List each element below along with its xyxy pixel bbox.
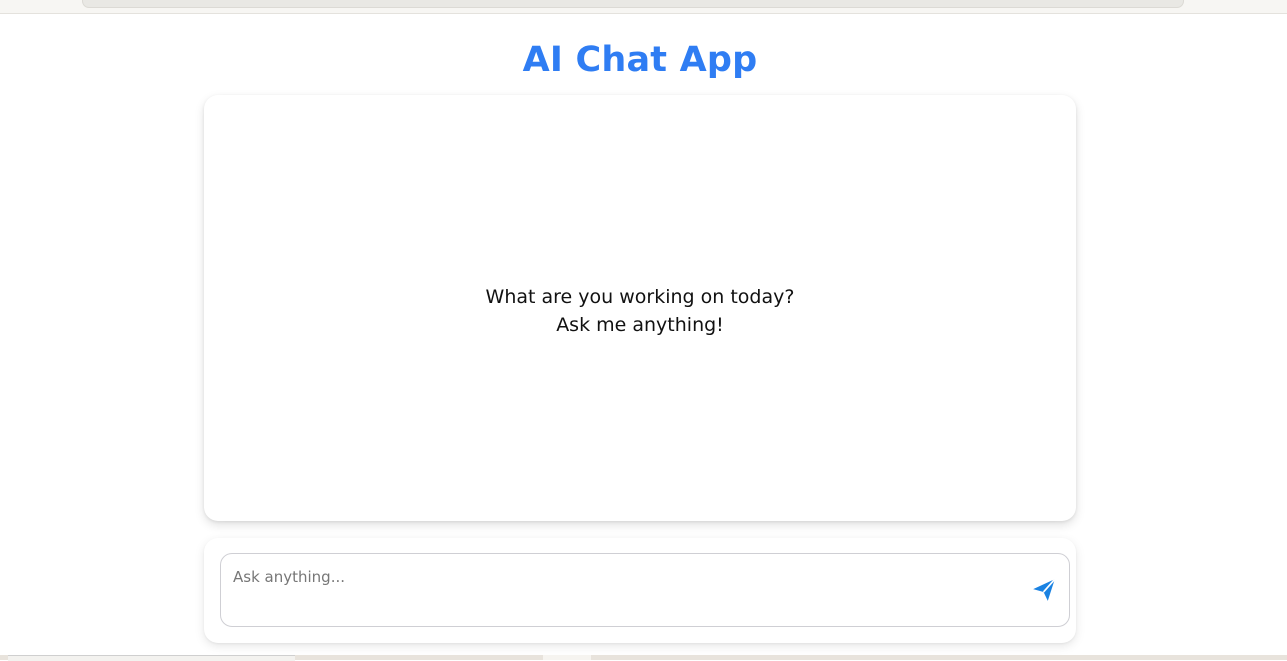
taskbar-segment xyxy=(8,655,295,661)
welcome-line-1: What are you working on today? xyxy=(485,286,795,308)
taskbar-segment xyxy=(543,655,591,660)
composer-panel xyxy=(204,538,1076,643)
welcome-line-2: Ask me anything! xyxy=(556,314,724,336)
chat-window: What are you working on today? Ask me an… xyxy=(204,95,1076,521)
bottom-edge-strip xyxy=(0,655,1287,661)
page-title: AI Chat App xyxy=(522,40,758,80)
composer-box xyxy=(220,553,1070,627)
browser-address-strip xyxy=(0,0,1287,14)
send-icon xyxy=(1033,578,1056,601)
message-input[interactable] xyxy=(233,568,1013,616)
send-button[interactable] xyxy=(1029,574,1059,606)
welcome-message: What are you working on today? Ask me an… xyxy=(204,283,1076,339)
address-bar[interactable] xyxy=(82,0,1184,8)
